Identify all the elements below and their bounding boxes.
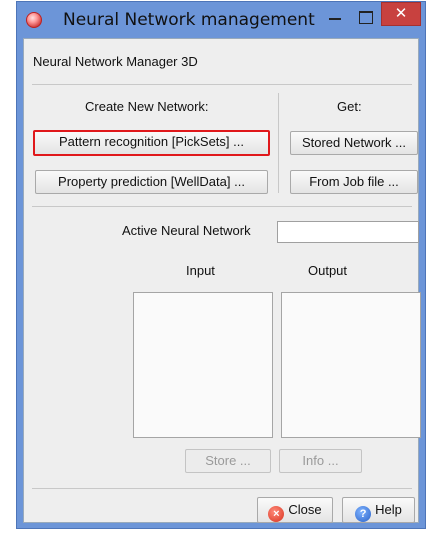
app-icon[interactable] (26, 12, 42, 28)
output-label: Output (308, 263, 348, 278)
close-button[interactable]: × Close (257, 497, 333, 523)
stored-network-button[interactable]: Stored Network ... (290, 131, 418, 155)
active-network-label: Active Neural Network (122, 223, 251, 238)
close-icon[interactable]: ✕ (381, 2, 421, 26)
title-bar[interactable]: Neural Network management ✕ (17, 2, 425, 38)
minimize-icon[interactable] (323, 6, 347, 28)
store-button[interactable]: Store ... (185, 449, 271, 473)
help-button-label: Help (375, 502, 402, 517)
pattern-recognition-button[interactable]: Pattern recognition [PickSets] ... (33, 130, 270, 156)
close-button-label: Close (288, 502, 322, 517)
maximize-icon[interactable] (353, 6, 377, 28)
create-heading: Create New Network: (85, 99, 209, 114)
output-list[interactable] (281, 292, 421, 438)
divider-bottom (32, 488, 412, 489)
close-x-icon: × (268, 506, 285, 522)
active-network-field[interactable] (277, 221, 419, 243)
property-prediction-button[interactable]: Property prediction [WellData] ... (35, 170, 268, 194)
divider-middle (32, 206, 412, 207)
dialog-body: Neural Network Manager 3D Create New Net… (23, 38, 421, 523)
input-label: Input (186, 263, 215, 278)
dialog-window: Neural Network management ✕ Neural Netwo… (16, 1, 426, 529)
input-list[interactable] (133, 292, 273, 438)
info-button[interactable]: Info ... (279, 449, 362, 473)
get-heading: Get: (337, 99, 362, 114)
from-job-file-button[interactable]: From Job file ... (290, 170, 418, 194)
window-title: Neural Network management (63, 10, 315, 30)
manager-title: Neural Network Manager 3D (33, 54, 198, 69)
column-divider (278, 93, 279, 193)
help-button[interactable]: ? Help (342, 497, 415, 523)
help-icon: ? (355, 506, 372, 522)
divider-top (32, 84, 412, 85)
